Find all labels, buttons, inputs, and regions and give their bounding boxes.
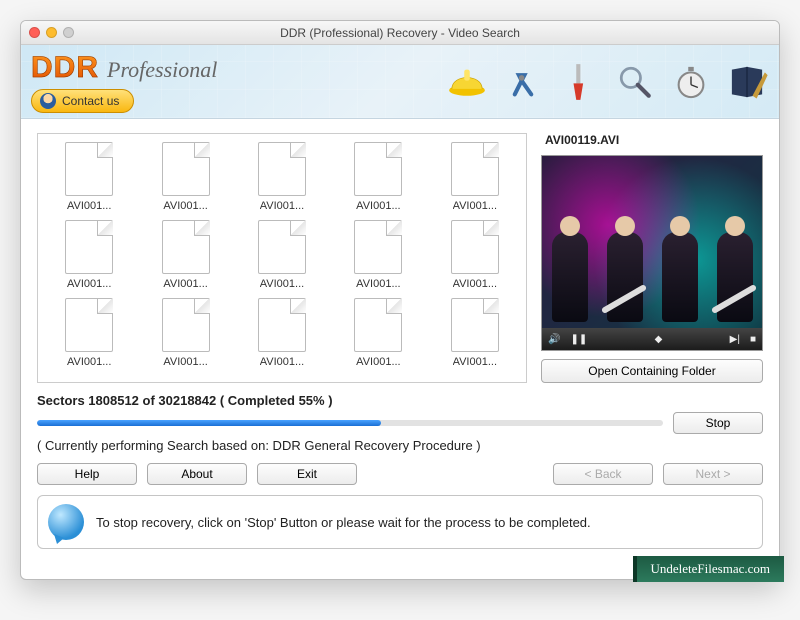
file-item[interactable]: AVI001... xyxy=(44,296,134,368)
file-icon xyxy=(160,218,212,276)
notebook-icon xyxy=(725,60,769,104)
brand-sub: Professional xyxy=(107,57,217,83)
file-item[interactable]: AVI001... xyxy=(430,140,520,212)
file-item[interactable]: AVI001... xyxy=(140,140,230,212)
file-item[interactable]: AVI001... xyxy=(237,218,327,290)
person-icon xyxy=(40,93,56,109)
stopwatch-icon xyxy=(669,60,713,104)
progress-track xyxy=(37,420,663,426)
file-item[interactable]: AVI001... xyxy=(430,296,520,368)
file-icon xyxy=(63,296,115,354)
file-label: AVI001... xyxy=(163,278,207,290)
progress-bar-row: Stop xyxy=(37,412,763,434)
file-item[interactable]: AVI001... xyxy=(333,218,423,290)
back-button: < Back xyxy=(553,463,653,485)
exit-button[interactable]: Exit xyxy=(257,463,357,485)
video-controls: 🔊 ❚❚ ◆ ▶| ■ xyxy=(542,328,762,350)
preview-filename: AVI00119.AVI xyxy=(541,133,763,147)
brand-mark: DDR xyxy=(31,51,99,85)
progress-fill xyxy=(37,420,381,426)
stop-button[interactable]: Stop xyxy=(673,412,763,434)
file-icon xyxy=(449,296,501,354)
titlebar: DDR (Professional) Recovery - Video Sear… xyxy=(21,21,779,45)
file-label: AVI001... xyxy=(260,356,304,368)
next-button: Next > xyxy=(663,463,763,485)
file-item[interactable]: AVI001... xyxy=(44,218,134,290)
pause-icon[interactable]: ❚❚ xyxy=(570,334,587,345)
file-label: AVI001... xyxy=(453,200,497,212)
playhead-icon[interactable]: ◆ xyxy=(655,334,663,345)
file-icon xyxy=(449,140,501,198)
volume-icon[interactable]: 🔊 xyxy=(548,334,560,345)
file-icon xyxy=(160,140,212,198)
open-containing-folder-button[interactable]: Open Containing Folder xyxy=(541,359,763,383)
skip-next-icon[interactable]: ▶| xyxy=(730,334,740,345)
file-label: AVI001... xyxy=(356,200,400,212)
file-label: AVI001... xyxy=(260,278,304,290)
file-icon xyxy=(352,140,404,198)
speech-bubble-icon xyxy=(48,504,84,540)
header-banner: DDR Professional Contact us xyxy=(21,45,779,119)
file-icon xyxy=(449,218,501,276)
file-item[interactable]: AVI001... xyxy=(44,140,134,212)
file-item[interactable]: AVI001... xyxy=(237,296,327,368)
file-item[interactable]: AVI001... xyxy=(333,140,423,212)
preview-image-content xyxy=(542,202,762,322)
file-item[interactable]: AVI001... xyxy=(237,140,327,212)
stop-playback-icon[interactable]: ■ xyxy=(750,334,756,345)
preview-box: 🔊 ❚❚ ◆ ▶| ■ xyxy=(541,155,763,351)
pliers-icon xyxy=(501,60,545,104)
file-label: AVI001... xyxy=(163,200,207,212)
magnifier-icon xyxy=(613,60,657,104)
file-label: AVI001... xyxy=(356,356,400,368)
footer-button-row: Help About Exit < Back Next > xyxy=(37,463,763,485)
hint-text: To stop recovery, click on 'Stop' Button… xyxy=(96,515,591,530)
help-button[interactable]: Help xyxy=(37,463,137,485)
upper-section: AVI001... AVI001... AVI001... AVI001... AVI0… xyxy=(37,133,763,383)
banner-icons xyxy=(445,60,769,104)
file-icon xyxy=(63,140,115,198)
file-results-panel: AVI001... AVI001... AVI001... AVI001... AVI0… xyxy=(37,133,527,383)
about-button[interactable]: About xyxy=(147,463,247,485)
progress-label: Sectors 1808512 of 30218842 ( Completed … xyxy=(37,393,763,408)
file-item[interactable]: AVI001... xyxy=(140,218,230,290)
hint-box: To stop recovery, click on 'Stop' Button… xyxy=(37,495,763,549)
file-item[interactable]: AVI001... xyxy=(140,296,230,368)
screwdriver-icon xyxy=(557,60,601,104)
progress-section: Sectors 1808512 of 30218842 ( Completed … xyxy=(37,393,763,453)
file-icon xyxy=(160,296,212,354)
file-label: AVI001... xyxy=(67,278,111,290)
content-area: AVI001... AVI001... AVI001... AVI001... AVI0… xyxy=(21,119,779,579)
file-grid: AVI001... AVI001... AVI001... AVI001... AVI0… xyxy=(44,140,520,368)
logo-text: DDR Professional xyxy=(31,51,217,85)
window-title: DDR (Professional) Recovery - Video Sear… xyxy=(21,26,779,40)
file-label: AVI001... xyxy=(453,356,497,368)
file-item[interactable]: AVI001... xyxy=(430,218,520,290)
file-icon xyxy=(256,218,308,276)
logo-block: DDR Professional Contact us xyxy=(31,51,217,113)
preview-panel: AVI00119.AVI 🔊 ❚❚ xyxy=(541,133,763,383)
file-label: AVI001... xyxy=(163,356,207,368)
preview-thumbnail xyxy=(542,156,762,328)
file-label: AVI001... xyxy=(453,278,497,290)
file-icon xyxy=(256,140,308,198)
app-window: DDR (Professional) Recovery - Video Sear… xyxy=(20,20,780,580)
file-label: AVI001... xyxy=(67,356,111,368)
contact-label: Contact us xyxy=(62,94,119,108)
file-item[interactable]: AVI001... xyxy=(333,296,423,368)
file-icon xyxy=(352,296,404,354)
file-icon xyxy=(63,218,115,276)
file-label: AVI001... xyxy=(260,200,304,212)
watermark-ribbon: UndeleteFilesmac.com xyxy=(633,556,785,582)
file-icon xyxy=(256,296,308,354)
status-line: ( Currently performing Search based on: … xyxy=(37,438,763,453)
hardhat-icon xyxy=(445,60,489,104)
file-icon xyxy=(352,218,404,276)
file-label: AVI001... xyxy=(356,278,400,290)
contact-us-button[interactable]: Contact us xyxy=(31,89,134,113)
file-label: AVI001... xyxy=(67,200,111,212)
